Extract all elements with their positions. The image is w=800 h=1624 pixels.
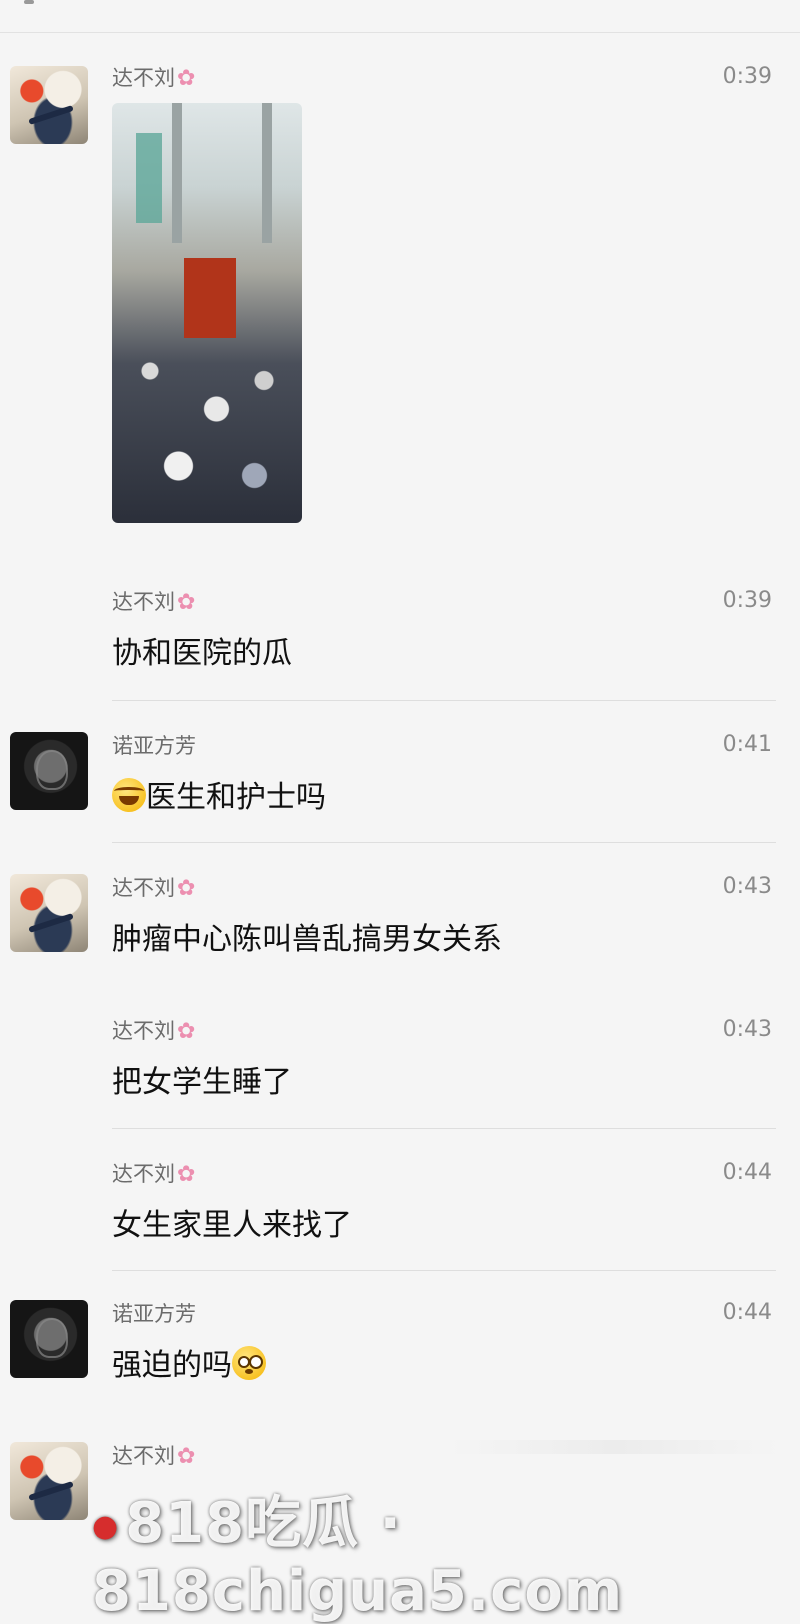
sender-name: 达不刘✿ xyxy=(112,1158,195,1188)
blurred-line xyxy=(450,1440,780,1454)
message-text[interactable]: 肿瘤中心陈叫兽乱搞男女关系 xyxy=(112,914,502,958)
laughing-tears-emoji-icon xyxy=(112,778,146,812)
message-time: 0:44 xyxy=(722,1300,772,1325)
avatar-nuoyafangfang[interactable] xyxy=(10,1300,88,1378)
message-text-body: 强迫的吗 xyxy=(112,1348,232,1383)
message-time: 0:41 xyxy=(722,732,772,757)
photo-crowd xyxy=(112,333,302,523)
message-time: 0:39 xyxy=(722,64,772,89)
sender-name: 达不刘✿ xyxy=(112,586,195,616)
sender-name: 达不刘✿ xyxy=(112,62,195,92)
top-divider xyxy=(0,32,800,33)
sender-name: 达不刘✿ xyxy=(112,1015,195,1045)
cherry-blossom-icon: ✿ xyxy=(177,1019,196,1044)
photo-pillar xyxy=(262,103,272,243)
flushed-face-emoji-icon xyxy=(232,1346,266,1380)
sender-name: 诺亚方芳 xyxy=(112,730,196,760)
cherry-blossom-icon: ✿ xyxy=(177,1162,196,1187)
message-divider xyxy=(112,700,776,701)
sender-name-text: 达不刘 xyxy=(112,876,175,900)
message-time: 0:43 xyxy=(722,874,772,899)
message-text[interactable]: 女生家里人来找了 xyxy=(112,1200,352,1244)
cherry-blossom-icon: ✿ xyxy=(177,590,196,615)
photo-green-sign xyxy=(136,133,162,223)
photo-red-banner xyxy=(184,258,236,338)
avatar-dabuliu[interactable] xyxy=(10,1442,88,1520)
image-message[interactable] xyxy=(112,103,302,523)
sender-name-text: 达不刘 xyxy=(112,1162,175,1186)
message-divider xyxy=(112,842,776,843)
cherry-blossom-icon: ✿ xyxy=(177,66,196,91)
message-time: 0:43 xyxy=(722,1017,772,1042)
avatar-dabuliu[interactable] xyxy=(10,874,88,952)
message-text[interactable]: 医生和护士吗 xyxy=(112,772,326,816)
sender-name: 达不刘✿ xyxy=(112,872,195,902)
message-text[interactable]: 把女学生睡了 xyxy=(112,1057,292,1101)
sender-name-text: 诺亚方芳 xyxy=(112,1302,196,1326)
sender-name-text: 达不刘 xyxy=(112,66,175,90)
photo-pillar xyxy=(172,103,182,243)
cherry-blossom-icon: ✿ xyxy=(177,876,196,901)
sender-name-text: 达不刘 xyxy=(112,1444,175,1468)
sender-name-text: 诺亚方芳 xyxy=(112,734,196,758)
avatar-nuoyafangfang[interactable] xyxy=(10,732,88,810)
sender-name-text: 达不刘 xyxy=(112,1019,175,1043)
message-text-body: 医生和护士吗 xyxy=(146,780,326,815)
message-text[interactable]: 协和医院的瓜 xyxy=(112,628,292,672)
sender-name: 达不刘✿ xyxy=(112,1440,195,1470)
cherry-blossom-icon: ✿ xyxy=(177,1444,196,1469)
top-status-fragment xyxy=(24,0,34,4)
sender-name: 诺亚方芳 xyxy=(112,1298,196,1328)
message-time: 0:44 xyxy=(722,1160,772,1185)
message-time: 0:39 xyxy=(722,588,772,613)
sender-name-text: 达不刘 xyxy=(112,590,175,614)
message-divider xyxy=(112,1128,776,1129)
message-text[interactable]: 强迫的吗 xyxy=(112,1340,266,1384)
watermark-text: 818吃瓜 · 818chigua5.com xyxy=(92,1491,624,1624)
watermark-dot-icon: ● xyxy=(92,1509,120,1545)
avatar-dabuliu[interactable] xyxy=(10,66,88,144)
watermark: ● 818吃瓜 · 818chigua5.com xyxy=(92,1478,792,1624)
message-divider xyxy=(112,1270,776,1271)
